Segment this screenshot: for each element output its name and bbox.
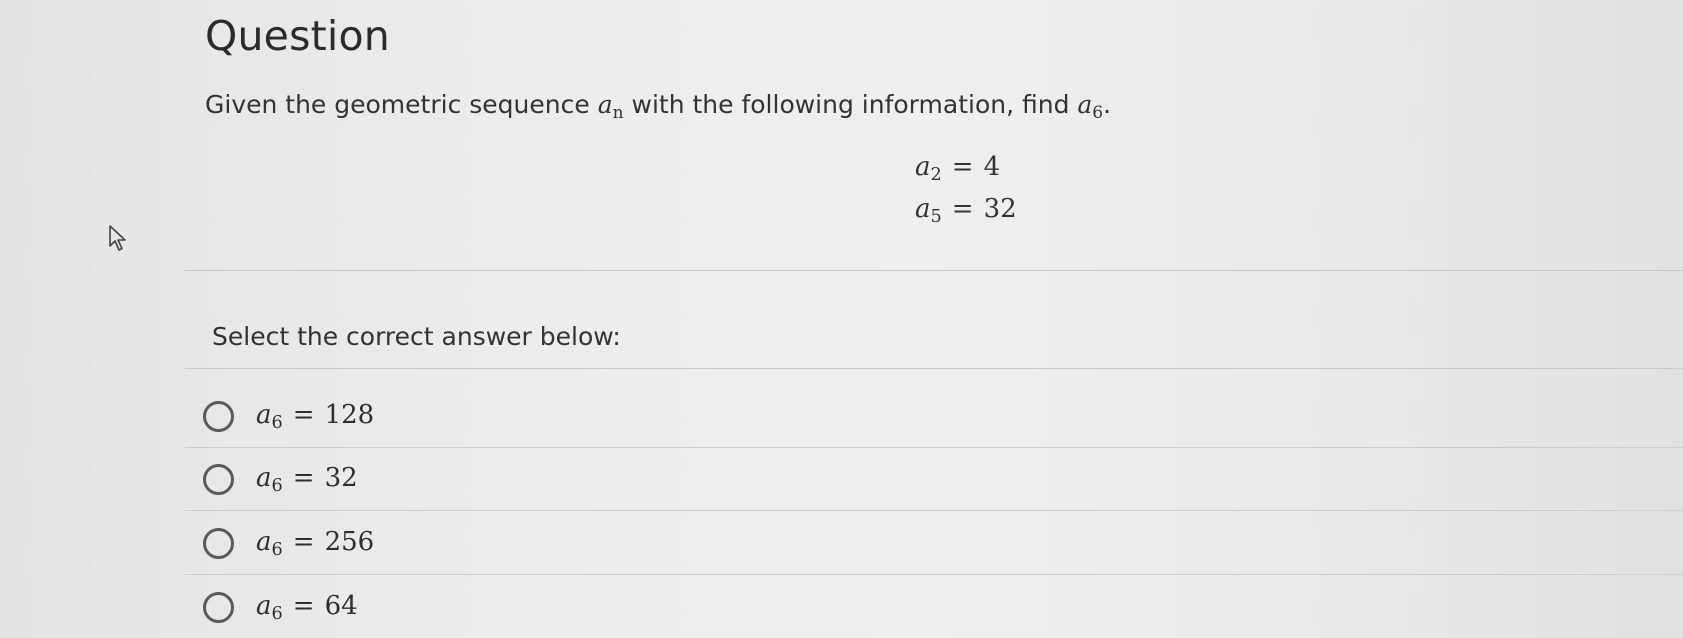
radio-button-icon[interactable] (203, 463, 234, 495)
answer-option-3[interactable]: a6 = 256 (185, 512, 1683, 575)
prompt-target-letter: a (1077, 90, 1093, 119)
option-equals: = (292, 590, 315, 621)
option-subscript: 6 (271, 603, 283, 624)
option-subscript: 6 (271, 412, 283, 433)
mouse-pointer-icon (109, 225, 126, 251)
option-subscript: 6 (271, 475, 283, 496)
given-subscript: 2 (930, 164, 942, 185)
option-subscript: 6 (271, 539, 283, 560)
radio-button-icon[interactable] (203, 400, 234, 432)
radio-button-icon[interactable] (203, 527, 234, 559)
prompt-middle: with the following information, find (623, 90, 1078, 119)
option-equals: = (292, 399, 315, 430)
options-top-divider (185, 368, 1683, 369)
option-var: a (256, 462, 272, 493)
answer-option-text: a6 = 64 (256, 591, 358, 624)
option-equals: = (292, 462, 315, 493)
answer-option-text: a6 = 128 (256, 400, 374, 433)
given-equals: = (951, 194, 974, 224)
option-var: a (256, 399, 272, 430)
select-answer-label: Select the correct answer below: (212, 322, 621, 351)
answer-option-text: a6 = 32 (256, 463, 358, 496)
question-title: Question (205, 12, 390, 60)
option-value: 32 (324, 462, 358, 493)
given-var: a (915, 152, 931, 182)
prompt-target-variable: a6 (1077, 90, 1103, 123)
option-value: 256 (324, 526, 375, 557)
section-divider (185, 270, 1683, 271)
question-prompt: Given the geometric sequence an with the… (205, 90, 1111, 123)
given-subscript: 5 (930, 206, 942, 227)
prompt-var-subscript: n (612, 102, 624, 123)
option-value: 128 (324, 399, 375, 430)
given-value: 4 (983, 152, 1001, 182)
given-equals: = (951, 152, 974, 182)
prompt-sequence-variable: an (597, 90, 624, 123)
prompt-suffix: . (1103, 90, 1112, 119)
prompt-prefix: Given the geometric sequence (205, 90, 598, 119)
prompt-target-subscript: 6 (1092, 102, 1104, 123)
prompt-var-letter: a (597, 90, 613, 119)
option-equals: = (292, 526, 315, 557)
option-value: 64 (324, 590, 358, 621)
option-var: a (256, 590, 272, 621)
given-equation: a2 = 4 (915, 152, 1000, 185)
answer-option-4[interactable]: a6 = 64 (185, 576, 1683, 638)
option-var: a (256, 526, 272, 557)
answer-option-text: a6 = 256 (256, 527, 374, 560)
answer-option-2[interactable]: a6 = 32 (185, 448, 1683, 511)
given-equation: a5 = 32 (915, 194, 1017, 227)
given-var: a (915, 194, 931, 224)
radio-button-icon[interactable] (203, 591, 234, 623)
given-value: 32 (983, 194, 1017, 224)
answer-option-1[interactable]: a6 = 128 (185, 385, 1683, 448)
